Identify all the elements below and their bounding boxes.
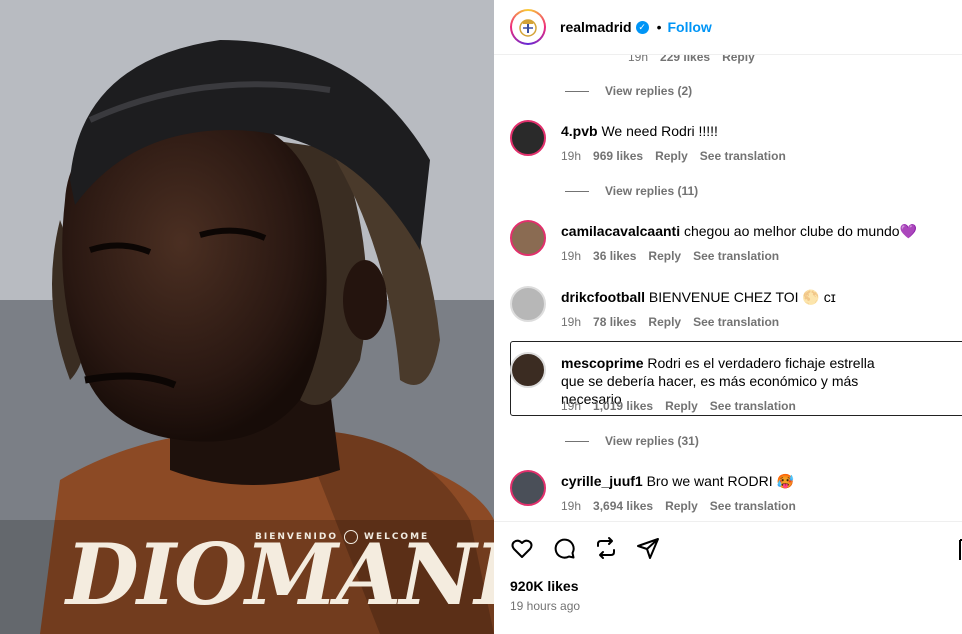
action-bar (510, 536, 660, 560)
comment-time: 19h (561, 399, 582, 413)
commenter-username[interactable]: 4.pvb (561, 123, 598, 139)
commenter-avatar[interactable] (510, 286, 546, 322)
comment-time: 19h (561, 315, 582, 329)
comment-text: chegou ao melhor clube do mundo💜 (683, 223, 918, 239)
follow-button[interactable]: Follow (668, 19, 712, 35)
view-replies-row[interactable]: View replies (2) (494, 84, 962, 98)
post-footer: 920K likes 19 hours ago (494, 521, 962, 634)
commenter-avatar[interactable] (510, 352, 546, 388)
separator-dot: • (656, 19, 662, 35)
profile-username[interactable]: realmadrid (560, 19, 632, 35)
commenter-username[interactable]: cyrille_juuf1 (561, 473, 643, 489)
see-translation-button[interactable]: See translation (693, 249, 779, 263)
post-header: realmadrid ✓ • Follow (494, 0, 962, 55)
reply-button[interactable]: Reply (648, 249, 681, 263)
comment-text: Bro we want RODRI 🥵 (646, 473, 794, 489)
reply-button[interactable]: Reply (655, 149, 688, 163)
comment-time: 19h (561, 499, 582, 513)
likes-count[interactable]: 920K likes (510, 578, 579, 594)
comment-likes[interactable]: 78 likes (593, 315, 636, 329)
comment-icon[interactable] (552, 536, 576, 560)
player-name-title: DIOMANDE (66, 525, 494, 624)
commenter-avatar[interactable] (510, 220, 546, 256)
commenter-username[interactable]: drikcfootball (561, 289, 645, 305)
view-replies-button[interactable]: View replies (31) (605, 434, 699, 448)
see-translation-button[interactable]: See translation (693, 315, 779, 329)
commenter-username[interactable]: camilacavalcaanti (561, 223, 680, 239)
reply-button[interactable]: Reply (648, 315, 681, 329)
post-side-panel: realmadrid ✓ • Follow 19h 229 likes Repl… (494, 0, 962, 634)
comments-list[interactable]: 19h 229 likes Reply View replies (2) 4.p… (494, 40, 962, 521)
comment-time: 19h (561, 249, 582, 263)
profile-avatar[interactable] (510, 9, 546, 45)
see-translation-button[interactable]: See translation (710, 399, 796, 413)
crest-icon (514, 13, 542, 41)
comment-text: We need Rodri !!!!! (601, 123, 718, 139)
comment-likes[interactable]: 1,019 likes (593, 399, 653, 413)
comment-likes[interactable]: 969 likes (593, 149, 643, 163)
view-replies-row[interactable]: View replies (11) (494, 184, 962, 198)
comment-likes[interactable]: 3,694 likes (593, 499, 653, 513)
bookmark-icon[interactable] (958, 538, 962, 562)
view-replies-row[interactable]: View replies (31) (494, 434, 962, 448)
comment-time: 19h (561, 149, 582, 163)
view-replies-button[interactable]: View replies (2) (605, 84, 692, 98)
commenter-avatar[interactable] (510, 120, 546, 156)
commenter-avatar[interactable] (510, 470, 546, 506)
post-timestamp: 19 hours ago (510, 599, 581, 613)
heart-icon[interactable] (510, 536, 534, 560)
see-translation-button[interactable]: See translation (700, 149, 786, 163)
view-replies-button[interactable]: View replies (11) (605, 184, 698, 198)
share-icon[interactable] (636, 536, 660, 560)
reply-button[interactable]: Reply (665, 399, 698, 413)
see-translation-button[interactable]: See translation (710, 499, 796, 513)
verified-badge-icon: ✓ (635, 20, 649, 34)
reply-button[interactable]: Reply (665, 499, 698, 513)
comment-text: BIENVENUE CHEZ TOI 🌕 ᴄɪ (648, 289, 836, 305)
post-image[interactable]: BIENVENIDO WELCOME DIOMANDE (0, 0, 494, 634)
commenter-username[interactable]: mescoprime (561, 355, 643, 371)
comment-likes[interactable]: 36 likes (593, 249, 636, 263)
repost-icon[interactable] (594, 536, 618, 560)
